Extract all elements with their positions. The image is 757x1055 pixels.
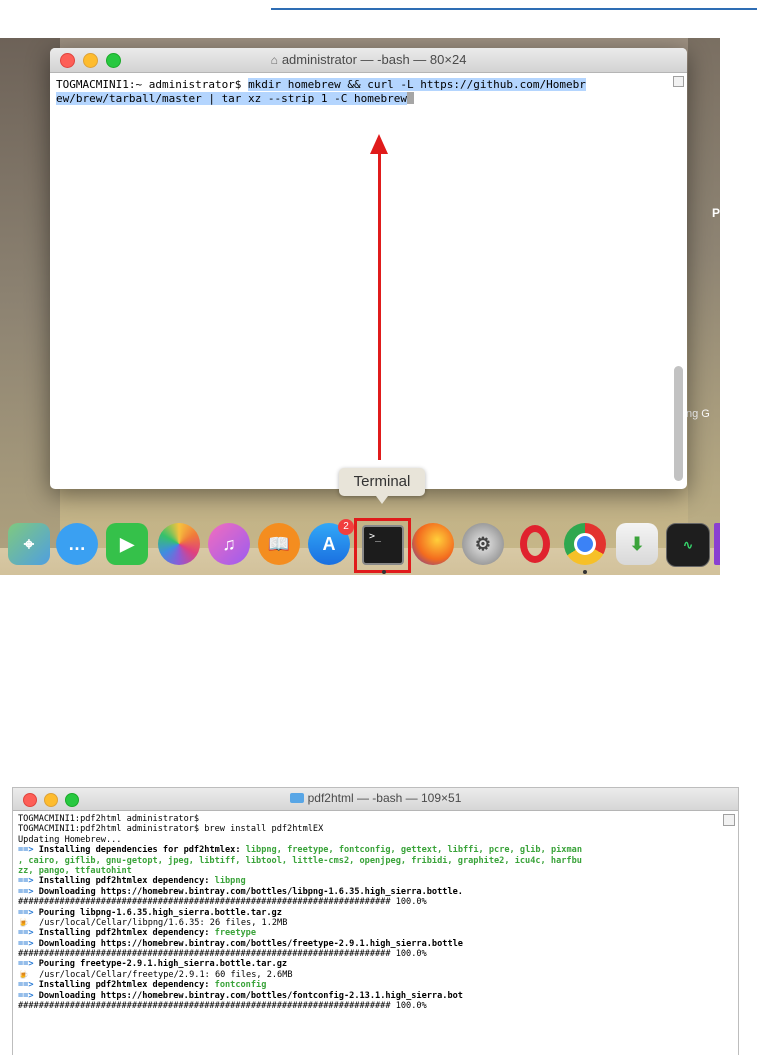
notification-badge: 2: [338, 519, 354, 535]
terminal-line: , cairo, giflib, gnu-getopt, jpeg, libti…: [18, 855, 582, 866]
terminal-line: 🍺 /usr/local/Cellar/freetype/2.9.1: 60 f…: [18, 969, 293, 980]
terminal-line: ==> Installing pdf2htmlex dependency: li…: [18, 876, 246, 887]
folder-icon: [289, 793, 304, 803]
scroll-thumb[interactable]: [674, 366, 683, 481]
window-titlebar[interactable]: pdf2html — -bash — 109×51: [13, 788, 738, 811]
text-cursor: [407, 92, 414, 104]
terminal-line: TOGMACMINI1:pdf2html administrator$: [18, 814, 200, 824]
desktop-text: P: [712, 206, 720, 220]
messages-icon[interactable]: …: [56, 523, 98, 565]
terminal-line: ==> Installing dependencies for pdf2html…: [18, 845, 582, 856]
running-indicator: [382, 570, 386, 574]
terminal-line: TOGMACMINI1:pdf2html administrator$ brew…: [18, 824, 324, 835]
photos-icon[interactable]: [158, 523, 200, 565]
red-arrow: [378, 150, 381, 460]
terminal-line: ==> Downloading https://homebrew.bintray…: [18, 990, 463, 1001]
top-rule: [271, 8, 757, 10]
terminal-line: 🍺 /usr/local/Cellar/libpng/1.6.35: 26 fi…: [18, 917, 288, 928]
ibooks-icon[interactable]: 📖: [258, 523, 300, 565]
scrollbar[interactable]: [673, 76, 684, 481]
scroll-menu-button[interactable]: [673, 76, 684, 87]
window-title: ⌂ administrator — -bash — 80×24: [270, 52, 467, 67]
terminal-content[interactable]: TOGMACMINI1:pdf2html administrator$ TOGM…: [18, 814, 723, 1011]
installer-icon[interactable]: ⬇: [616, 523, 658, 565]
terminal-icon[interactable]: >_: [362, 525, 404, 565]
terminal-line: ==> Installing pdf2htmlex dependency: fr…: [18, 928, 257, 939]
terminal-window[interactable]: ⌂ administrator — -bash — 80×24 TOGMACMIN…: [50, 48, 687, 489]
chrome-icon[interactable]: [564, 523, 606, 565]
terminal-line: ==> Installing pdf2htmlex dependency: fo…: [18, 980, 267, 991]
facetime-icon[interactable]: ▶: [106, 523, 148, 565]
opera-icon[interactable]: [514, 523, 556, 565]
selected-command: ew/brew/tarball/master | tar xz --strip …: [56, 92, 407, 105]
selected-command: mkdir homebrew && curl -L https://github…: [248, 78, 586, 91]
terminal-line: ==> Downloading https://homebrew.bintray…: [18, 886, 463, 897]
dock-tooltip: Terminal: [339, 468, 425, 504]
terminal-line: Updating Homebrew...: [18, 834, 122, 845]
window-titlebar[interactable]: ⌂ administrator — -bash — 80×24: [50, 48, 687, 73]
firefox-icon[interactable]: [412, 523, 454, 565]
shell-prompt: TOGMACMINI1:~ administrator$: [56, 78, 249, 91]
beer-icon: 🍺: [18, 917, 29, 928]
terminal-line: ########################################…: [18, 897, 427, 908]
desktop-text: ng G: [686, 408, 710, 420]
terminal-line: ==> Pouring libpng-1.6.35.high_sierra.bo…: [18, 907, 282, 918]
maps-icon[interactable]: ⌖: [8, 523, 50, 565]
terminal-window-2[interactable]: pdf2html — -bash — 109×51 TOGMACMINI1:pd…: [12, 787, 739, 1055]
window-title: pdf2html — -bash — 109×51: [13, 791, 738, 805]
terminal-line: ########################################…: [18, 949, 427, 960]
terminal-line: zz, pango, ttfautohint: [18, 865, 132, 876]
home-icon: ⌂: [270, 53, 278, 67]
terminal-line: ==> Pouring freetype-2.9.1.high_sierra.b…: [18, 959, 288, 970]
running-indicator: [583, 570, 587, 574]
terminal-line: ==> Downloading https://homebrew.bintray…: [18, 938, 463, 949]
system-preferences-icon[interactable]: ⚙: [462, 523, 504, 565]
beer-icon: 🍺: [18, 969, 29, 980]
itunes-icon[interactable]: ♫: [208, 523, 250, 565]
scroll-menu-button[interactable]: [723, 814, 735, 826]
terminal-line: ########################################…: [18, 1001, 427, 1012]
partial-dock-icon[interactable]: [714, 523, 720, 565]
terminal-content[interactable]: TOGMACMINI1:~ administrator$ mkdir homeb…: [56, 78, 666, 106]
activity-monitor-icon[interactable]: ∿: [666, 523, 710, 567]
